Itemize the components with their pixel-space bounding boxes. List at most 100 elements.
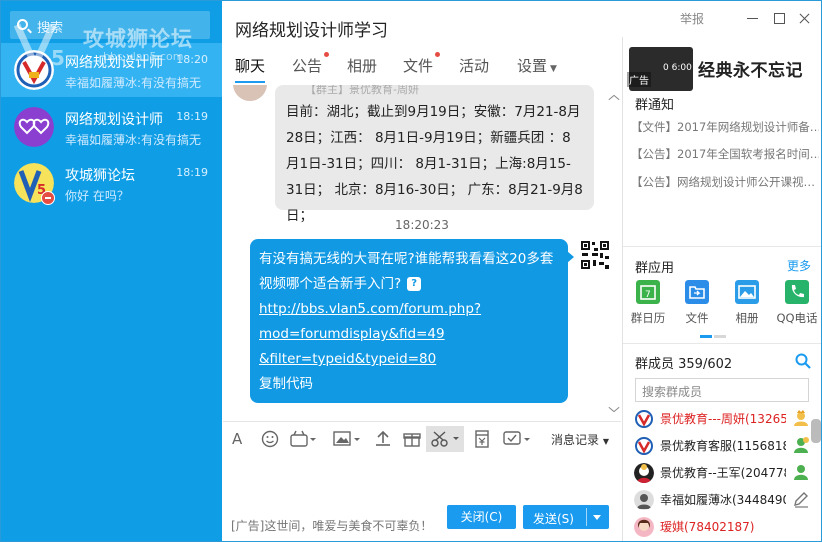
- message-timestamp: 18:20:23: [395, 218, 449, 232]
- member-name: 景优教育客服(11568186: [660, 439, 786, 453]
- contact-name: 网络规划设计师: [65, 112, 163, 128]
- members-title: 群成员 359/602: [635, 357, 733, 372]
- close-icon[interactable]: [793, 7, 817, 29]
- outgoing-message-text: 有没有搞无线的大哥在呢?谁能帮我看看这20多套视频哪个适合新手入门?: [259, 251, 554, 292]
- chevron-down-icon[interactable]: [609, 407, 619, 413]
- contact-sidebar: 搜索 网络规划设计师 18:20 幸福如履薄冰:有没有搞无 网络规划设计师 18…: [1, 1, 222, 541]
- member-search-input[interactable]: 搜索群成员: [635, 378, 809, 402]
- font-icon[interactable]: A: [232, 430, 242, 448]
- tab-activity[interactable]: 活动: [459, 55, 489, 76]
- contact-item-group2[interactable]: 网络规划设计师 18:19 幸福如履薄冰:有没有搞无: [1, 100, 222, 154]
- notice-item[interactable]: 【文件】2017年网络规划设计师备…: [631, 119, 819, 135]
- message-link-line[interactable]: http://bbs.vlan5.com/forum.php?: [259, 297, 559, 322]
- more-apps-link[interactable]: 更多: [787, 257, 811, 274]
- incoming-message[interactable]: 【群主】景优教育-周妍 目前：湖北；截止到9月19日；安徽：7月21-8月28日…: [275, 85, 594, 224]
- app-calendar[interactable]: 7 群日历: [626, 280, 670, 330]
- phone-icon: [785, 280, 809, 304]
- ad-tag: 广告: [627, 72, 651, 87]
- contact-search[interactable]: 搜索: [10, 11, 210, 39]
- app-label: 相册: [735, 311, 759, 325]
- outgoing-message[interactable]: 有没有搞无线的大哥在呢?谁能帮我看看这20多套视频哪个适合新手入门?? http…: [250, 239, 574, 403]
- forum-logo-icon: [14, 50, 54, 90]
- tab-settings[interactable]: 设置 ▼: [517, 55, 557, 76]
- sender-label: 【群主】景优教育-周妍: [305, 85, 419, 96]
- member-name: 景优教育---周妍(132657: [660, 412, 786, 426]
- notice-title: 群通知: [635, 98, 675, 113]
- avatar: [634, 436, 654, 456]
- upload-icon[interactable]: [374, 430, 392, 448]
- copy-code-label[interactable]: 复制代码: [259, 376, 313, 392]
- pager-dot[interactable]: [714, 335, 726, 338]
- search-icon[interactable]: [795, 353, 811, 369]
- scissors-icon: [431, 431, 459, 447]
- message-link-line[interactable]: &filter=typeid&typeid=80: [259, 347, 559, 372]
- close-button[interactable]: 关闭(C): [447, 505, 516, 529]
- message-list[interactable]: 【群主】景优教育-周妍 目前：湖北；截止到9月19日；安徽：7月21-8月28日…: [223, 85, 621, 420]
- divider: [586, 508, 587, 526]
- app-label: 文件: [685, 311, 709, 325]
- svg-text:7: 7: [645, 290, 651, 300]
- member-row[interactable]: 幸福如履薄冰(34484907: [629, 488, 819, 512]
- avatar: [634, 463, 654, 483]
- chat-title: 网络规划设计师学习: [235, 21, 388, 41]
- send-button-label: 发送(S): [533, 512, 574, 526]
- scrollbar-thumb[interactable]: [811, 419, 821, 443]
- contact-time: 18:19: [176, 110, 208, 123]
- ad-slogan: 经典永不忘记: [698, 61, 803, 81]
- divider: [623, 246, 821, 247]
- message-history-button[interactable]: 消息记录 ▼: [551, 431, 609, 448]
- tab-files[interactable]: 文件: [403, 52, 441, 76]
- send-button[interactable]: 发送(S): [523, 505, 609, 529]
- app-label: 群日历: [630, 311, 666, 325]
- screenshot-button[interactable]: [426, 426, 464, 452]
- member-name: 幸福如履薄冰(34484907: [660, 493, 786, 507]
- avatar: [634, 490, 654, 510]
- contact-last-message: 幸福如履薄冰:有没有搞无: [65, 76, 202, 90]
- emoji-icon[interactable]: [261, 430, 279, 448]
- app-files[interactable]: 文件: [675, 280, 719, 330]
- report-button[interactable]: 举报: [680, 10, 704, 27]
- tab-chat[interactable]: 聊天: [235, 55, 266, 83]
- tab-album[interactable]: 相册: [347, 55, 377, 76]
- hearts-icon: [14, 107, 54, 147]
- notice-item[interactable]: 【公告】网络规划设计师公开课视…: [631, 174, 819, 190]
- input-toolbar: A 消息记录 ▼: [223, 421, 621, 455]
- member-row[interactable]: 景优教育--王军(204778: [629, 461, 819, 485]
- app-qq-phone[interactable]: QQ电话: [775, 280, 819, 330]
- message-link-line[interactable]: mod=forumdisplay&fid=49: [259, 322, 559, 347]
- chevron-up-icon[interactable]: [609, 95, 619, 101]
- contact-last-message: 幸福如履薄冰:有没有搞无: [65, 133, 202, 147]
- gif-icon[interactable]: [290, 430, 316, 448]
- member-row[interactable]: 景优教育---周妍(132657: [629, 407, 819, 431]
- contact-name: 攻城狮论坛: [65, 168, 135, 184]
- minimize-icon[interactable]: [741, 7, 765, 29]
- incoming-message-text: 目前：湖北；截止到9月19日；安徽：7月21-8月28日；江西： 8月1日-9月…: [286, 104, 583, 224]
- member-row[interactable]: 瑷娸(78402187): [629, 515, 819, 539]
- edit-icon[interactable]: [792, 490, 810, 508]
- avatar[interactable]: [233, 85, 267, 101]
- avatar: [634, 517, 654, 537]
- red-packet-icon[interactable]: [473, 430, 491, 448]
- send-options-icon[interactable]: [593, 515, 601, 520]
- contact-item-forum[interactable]: 5 攻城狮论坛 18:19 你好 在吗？: [1, 156, 222, 210]
- more-tools-icon[interactable]: [503, 430, 531, 448]
- member-row[interactable]: 景优教育客服(11568186: [629, 434, 819, 458]
- admin-icon: [794, 465, 808, 480]
- divider: [623, 343, 821, 344]
- ad-banner[interactable]: 广告 经典永不忘记: [627, 47, 820, 91]
- contact-item-group1[interactable]: 网络规划设计师 18:20 幸福如履薄冰:有没有搞无: [1, 43, 222, 97]
- contact-time: 18:20: [176, 53, 208, 66]
- bubble-tail: [567, 251, 574, 263]
- new-dot: [324, 52, 330, 57]
- maximize-icon[interactable]: [767, 7, 791, 29]
- image-icon[interactable]: [333, 430, 361, 448]
- pager-dot-active[interactable]: [700, 335, 712, 338]
- ad-text[interactable]: [广告]这世间，唯爱与美食不可辜负！: [231, 517, 432, 534]
- owner-crown-icon: [794, 410, 808, 426]
- contact-name: 网络规划设计师: [65, 55, 163, 71]
- app-album[interactable]: 相册: [725, 280, 769, 330]
- notice-item[interactable]: 【公告】2017年全国软考报名时间…: [631, 146, 819, 162]
- tab-notice[interactable]: 公告: [292, 52, 330, 76]
- qr-avatar-icon[interactable]: [580, 240, 610, 270]
- gift-icon[interactable]: [403, 430, 421, 448]
